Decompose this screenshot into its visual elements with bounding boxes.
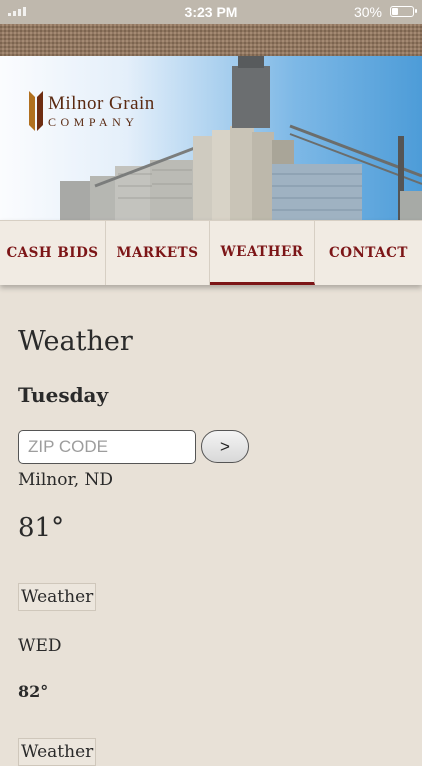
current-day: Tuesday: [18, 383, 109, 407]
burlap-banner: [0, 24, 422, 56]
main-nav: CASH BIDS MARKETS WEATHER CONTACT: [0, 220, 422, 285]
forecast-day: WED: [18, 636, 62, 656]
page-title: Weather: [18, 326, 133, 357]
brand-subtitle: Company: [48, 115, 139, 129]
company-logo[interactable]: Milnor Grain Company: [28, 91, 155, 131]
grain-elevator-image: [60, 56, 422, 220]
battery-percent: 30%: [353, 4, 382, 20]
brand-name: Milnor Grain: [48, 93, 155, 114]
status-bar: 3:23 PM 30%: [0, 0, 422, 24]
current-weather-image: Weather: [18, 583, 97, 611]
battery-icon: [390, 6, 417, 17]
forecast-weather-image: Weather: [18, 738, 97, 766]
submit-zip-button[interactable]: >: [201, 430, 249, 463]
logo-mark-icon: [29, 91, 43, 131]
current-temperature: 81°: [18, 513, 65, 543]
nav-markets[interactable]: MARKETS: [106, 221, 210, 285]
nav-weather[interactable]: WEATHER: [210, 221, 315, 285]
hero-banner: Milnor Grain Company: [0, 56, 422, 220]
nav-cash-bids[interactable]: CASH BIDS: [0, 221, 106, 285]
nav-contact[interactable]: CONTACT: [315, 221, 422, 285]
forecast-temperature: 82°: [18, 682, 49, 701]
location-label: Milnor, ND: [18, 470, 114, 490]
zip-code-input[interactable]: [18, 430, 196, 464]
